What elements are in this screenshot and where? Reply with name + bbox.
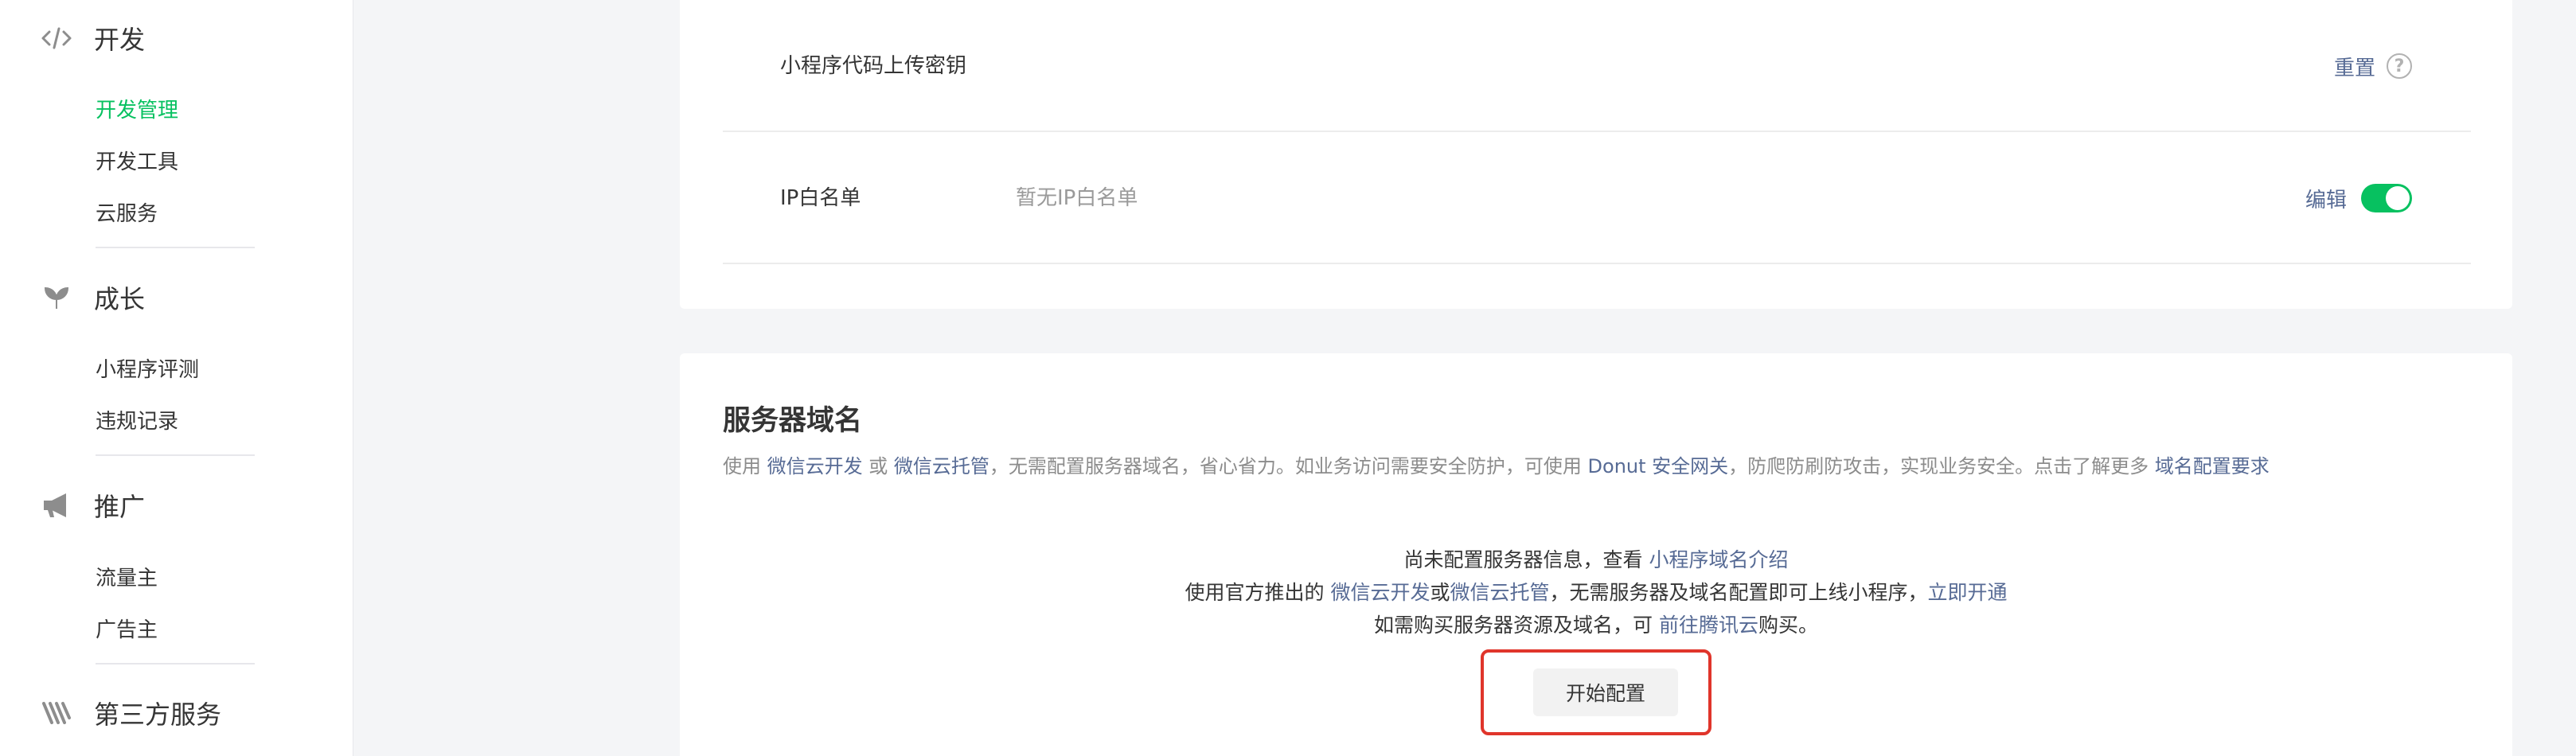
server-domain-description: 使用 微信云开发 或 微信云托管，无需配置服务器域名，省心省力。如业务访问需要安… xyxy=(723,450,2270,478)
start-config-button[interactable]: 开始配置 xyxy=(1533,668,1678,716)
donut-gateway-link[interactable]: Donut 安全网关 xyxy=(1588,455,1729,477)
server-domain-title: 服务器域名 xyxy=(723,405,863,437)
sidebar-item-traffic-owner[interactable]: 流量主 xyxy=(96,562,158,591)
ip-whitelist-toggle[interactable] xyxy=(2361,184,2412,212)
wechat-cloud-hosting-link[interactable]: 微信云托管 xyxy=(894,455,989,477)
upload-key-row: 小程序代码上传密钥 重置 ? xyxy=(723,0,2471,132)
dev-settings-card: 小程序代码上传密钥 重置 ? IP白名单 暂无IP白名单 编辑 xyxy=(680,0,2512,309)
server-domain-card: 服务器域名 使用 微信云开发 或 微信云托管，无需配置服务器域名，省心省力。如业… xyxy=(680,353,2512,756)
line-text: 或 xyxy=(1430,581,1450,604)
sidebar-section-title: 开发 xyxy=(94,25,146,55)
tencent-cloud-link[interactable]: 前往腾讯云 xyxy=(1659,614,1758,637)
line-text: ，无需服务器及域名配置即可上线小程序， xyxy=(1549,581,1928,604)
line-text: 尚未配置服务器信息，查看 xyxy=(1403,548,1649,571)
line-text: 如需购买服务器资源及域名，可 xyxy=(1374,614,1659,637)
sidebar-section-third-party: 第三方服务 xyxy=(40,696,221,731)
ip-whitelist-row: IP白名单 暂无IP白名单 编辑 xyxy=(723,132,2471,264)
domain-intro-link[interactable]: 小程序域名介绍 xyxy=(1649,548,1788,571)
code-icon xyxy=(40,24,73,53)
desc-text: ，无需配置服务器域名，省心省力。如业务访问需要安全防护，可使用 xyxy=(989,455,1588,477)
sidebar-item-advertiser[interactable]: 广告主 xyxy=(96,614,158,643)
sidebar-item-dev-tools[interactable]: 开发工具 xyxy=(96,146,178,175)
sidebar-section-title: 成长 xyxy=(94,284,146,314)
edit-link[interactable]: 编辑 xyxy=(2305,184,2347,213)
ip-whitelist-label: IP白名单 xyxy=(780,186,861,210)
reset-link[interactable]: 重置 xyxy=(2334,52,2375,81)
sidebar-item-evaluation[interactable]: 小程序评测 xyxy=(96,353,199,383)
ip-whitelist-value: 暂无IP白名单 xyxy=(1016,186,1138,210)
sidebar-section-dev: 开发 xyxy=(40,21,145,56)
sidebar-divider xyxy=(96,663,255,664)
help-icon[interactable]: ? xyxy=(2387,53,2412,79)
megaphone-icon xyxy=(40,491,73,520)
config-button-highlight: 开始配置 xyxy=(1481,649,1711,735)
wechat-cloud-dev-link[interactable]: 微信云开发 xyxy=(1330,581,1430,604)
desc-text: ，防爬防刷防攻击，实现业务安全。点击了解更多 xyxy=(1728,455,2155,477)
sidebar-section-title: 第三方服务 xyxy=(94,699,222,730)
line-text: 使用官方推出的 xyxy=(1185,581,1331,604)
desc-text: 使用 xyxy=(723,455,767,477)
ip-whitelist-actions: 编辑 xyxy=(2305,132,2412,264)
third-party-icon xyxy=(40,699,73,727)
upload-key-actions: 重置 ? xyxy=(2334,0,2412,132)
sprout-icon xyxy=(40,283,73,312)
desc-text: 或 xyxy=(862,455,894,477)
sidebar-item-violations[interactable]: 违规记录 xyxy=(96,405,178,435)
sidebar: 开发 开发管理 开发工具 云服务 成长 小程序评测 违规记录 推广 流量主 广告… xyxy=(0,0,353,756)
buy-server-line: 如需购买服务器资源及域名，可 前往腾讯云购买。 xyxy=(680,610,2512,638)
line-text: 购买。 xyxy=(1758,614,1818,637)
sidebar-divider xyxy=(96,247,255,248)
domain-requirements-link[interactable]: 域名配置要求 xyxy=(2155,455,2270,477)
sidebar-item-cloud-service[interactable]: 云服务 xyxy=(96,197,158,227)
sidebar-divider xyxy=(96,454,255,456)
sidebar-item-dev-management[interactable]: 开发管理 xyxy=(96,94,178,123)
wechat-cloud-hosting-link[interactable]: 微信云托管 xyxy=(1450,581,1549,604)
upload-key-label: 小程序代码上传密钥 xyxy=(780,54,967,78)
sidebar-section-growth: 成长 xyxy=(40,280,145,315)
no-server-info-line: 尚未配置服务器信息，查看 小程序域名介绍 xyxy=(680,544,2512,573)
official-cloud-line: 使用官方推出的 微信云开发或微信云托管，无需服务器及域名配置即可上线小程序，立即… xyxy=(680,577,2512,606)
wechat-cloud-dev-link[interactable]: 微信云开发 xyxy=(767,455,863,477)
activate-now-link[interactable]: 立即开通 xyxy=(1928,581,2008,604)
sidebar-section-promotion: 推广 xyxy=(40,488,145,523)
sidebar-section-title: 推广 xyxy=(94,492,146,522)
